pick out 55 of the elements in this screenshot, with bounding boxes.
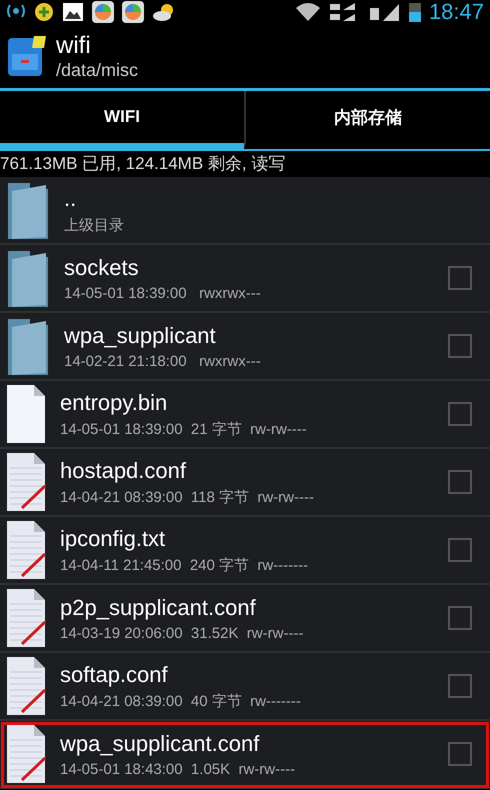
- checkbox[interactable]: [448, 606, 472, 630]
- file-details: 14-05-01 18:39:00 rwxrwx---: [64, 284, 262, 302]
- file-details: 14-04-21 08:39:00 40 字节 rw-------: [60, 692, 302, 710]
- file-row[interactable]: ipconfig.txt 14-04-11 21:45:00 240 字节 rw-------: [0, 517, 490, 585]
- checkbox[interactable]: [448, 334, 472, 358]
- file-details: 14-04-21 08:39:00 118 字节 rw-rw----: [60, 488, 315, 506]
- folder-title: wifi: [56, 32, 92, 60]
- file-row[interactable]: softap.conf 14-04-21 08:39:00 40 字节 rw-------: [0, 653, 490, 721]
- text-file-icon: [6, 656, 46, 716]
- app-icon: [122, 1, 144, 23]
- checkbox[interactable]: [448, 538, 472, 562]
- clock-time: 18:47: [428, 0, 484, 25]
- file-name: entropy.bin: [60, 390, 168, 416]
- file-details: 14-05-01 18:43:00 1.05K rw-rw----: [60, 760, 296, 778]
- file-row[interactable]: p2p_supplicant.conf 14-03-19 20:06:00 31.52K rw-rw----: [0, 585, 490, 653]
- storage-info: 761.13MB 已用, 124.14MB 剩余, 读写: [0, 153, 286, 175]
- checkbox[interactable]: [448, 742, 472, 766]
- file-icon: [6, 384, 46, 444]
- file-name: wpa_supplicant: [64, 322, 217, 348]
- wifi-icon: [294, 2, 321, 22]
- file-row[interactable]: wpa_supplicant 14-02-21 21:18:00 rwxrwx---: [0, 313, 490, 381]
- file-name: sockets: [64, 254, 140, 280]
- file-row[interactable]: sockets 14-05-01 18:39:00 rwxrwx---: [0, 245, 490, 313]
- tab[interactable]: 内部存储: [244, 91, 490, 149]
- text-file-icon: [6, 452, 46, 512]
- file-details: 14-05-01 18:39:00 21 字节 rw-rw----: [60, 420, 308, 438]
- image-icon: [62, 2, 84, 22]
- file-name: ipconfig.txt: [60, 526, 166, 552]
- file-details: 14-02-21 21:18:00 rwxrwx---: [64, 352, 262, 370]
- file-name: p2p_supplicant.conf: [60, 594, 257, 620]
- file-details: 上级目录: [64, 216, 125, 234]
- app-icon: [34, 2, 54, 22]
- file-name: wpa_supplicant.conf: [60, 730, 260, 756]
- tab[interactable]: WIFI: [0, 91, 244, 149]
- file-cabinet-icon: [6, 34, 48, 78]
- checkbox[interactable]: [448, 402, 472, 426]
- file-name: hostapd.conf: [60, 458, 187, 484]
- text-file-icon: [6, 588, 46, 648]
- text-file-icon: [6, 724, 46, 784]
- file-row[interactable]: entropy.bin 14-05-01 18:39:00 21 字节 rw-rw----: [0, 381, 490, 449]
- file-name: softap.conf: [60, 662, 169, 688]
- app-icon: [92, 1, 114, 23]
- battery-icon: [408, 2, 421, 22]
- folder-path: /data/misc: [56, 60, 138, 80]
- file-row[interactable]: hostapd.conf 14-04-21 08:39:00 118 字节 rw-rw----: [0, 449, 490, 517]
- checkbox[interactable]: [448, 674, 472, 698]
- file-details: 14-04-11 21:45:00 240 字节 rw-------: [60, 556, 310, 574]
- text-file-icon: [6, 520, 46, 580]
- weather-icon: [152, 2, 176, 22]
- file-row[interactable]: wpa_supplicant.conf 14-05-01 18:43:00 1.05K rw-rw----: [0, 721, 490, 789]
- file-row[interactable]: .. 上级目录: [0, 177, 490, 245]
- file-name: ..: [64, 186, 78, 212]
- checkbox[interactable]: [448, 266, 472, 290]
- file-details: 14-03-19 20:06:00 31.52K rw-rw----: [60, 624, 304, 642]
- checkbox[interactable]: [448, 470, 472, 494]
